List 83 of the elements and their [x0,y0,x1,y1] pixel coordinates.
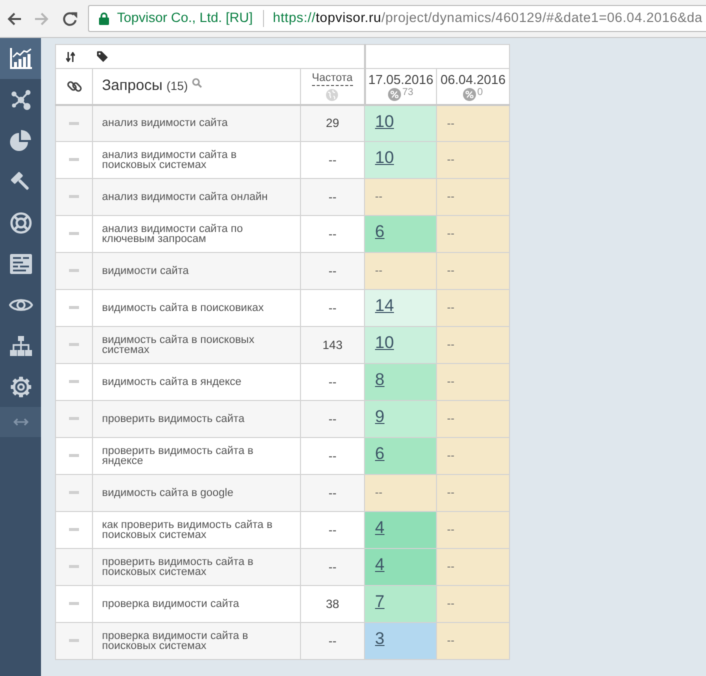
query-cell: видимость сайта в поисковых системах [92,326,300,364]
security-label: Topvisor Co., Ltd. [RU] [117,9,253,28]
reload-icon[interactable] [62,10,78,26]
percent-icon [463,88,476,101]
no-rank-text: -- [447,560,454,575]
rank-link[interactable]: 14 [375,297,394,314]
minus-icon[interactable] [69,122,79,125]
minus-icon[interactable] [69,528,79,532]
settings-icon [10,376,32,398]
date-column-title[interactable]: 06.04.2016 [440,72,506,87]
no-rank-text: -- [447,301,454,316]
query-cell: проверка видимости сайта в поисковых системах [92,622,300,660]
no-rank-text: -- [375,264,382,279]
minus-icon[interactable] [69,343,79,346]
rank-link[interactable]: 10 [375,112,394,130]
bar-chart-icon [10,48,32,69]
sidebar-button[interactable] [0,38,41,79]
rank-link[interactable]: 6 [375,445,384,462]
network-icon [10,88,32,110]
query-cell: анализ видимости сайта онлайн [92,178,300,216]
visibility-score: 73 [402,88,414,98]
rank-link[interactable]: 4 [375,556,384,573]
gavel-icon [10,171,31,192]
percent-icon [388,88,402,101]
lock-icon [99,12,109,25]
minus-icon[interactable] [69,269,79,272]
minus-icon[interactable] [69,306,79,310]
search-icon[interactable] [192,78,202,88]
rank-link[interactable]: 10 [375,334,394,351]
minus-icon[interactable] [69,232,79,236]
minus-icon[interactable] [69,380,79,384]
address-bar[interactable]: Topvisor Co., Ltd. [RU] https://topvisor.ru/project/dynamics/460129/#&date1=06.04.2016&da [88,5,706,32]
query-cell: проверить видимость сайта в поисковых системах [92,548,300,586]
no-rank-text: -- [447,227,454,242]
minus-icon[interactable] [69,158,79,162]
no-rank-text: -- [447,523,454,538]
rank-link[interactable]: 9 [375,408,384,425]
no-rank-text: -- [447,153,454,168]
no-rank-text: -- [447,449,454,464]
lifebuoy-icon [10,212,32,234]
rank-link[interactable]: 10 [375,149,394,166]
minus-icon[interactable] [69,639,79,642]
form-icon [10,254,32,274]
globe-icon [326,88,338,101]
query-cell: видимость сайта в google [92,474,300,512]
minus-icon[interactable] [69,565,79,568]
pie-chart-icon [10,130,31,151]
link-icon[interactable] [66,78,82,94]
no-rank-text: -- [447,190,454,205]
minus-icon[interactable] [69,454,79,458]
no-rank-text: -- [447,375,454,390]
query-cell: проверить видимость сайта [92,400,300,438]
minus-icon[interactable] [69,417,79,420]
minus-icon[interactable] [69,195,79,198]
column-title[interactable]: Запросы [102,75,162,98]
no-rank-text: -- [447,486,454,501]
rank-link[interactable]: 4 [375,519,384,536]
no-rank-text: -- [447,338,454,353]
eye-icon [8,296,32,312]
tag-icon[interactable] [97,51,108,62]
no-rank-text: -- [375,190,382,205]
sort-icon[interactable] [66,52,75,62]
rank-link[interactable]: 6 [375,223,384,240]
rank-link[interactable]: 3 [375,630,384,647]
rank-link[interactable]: 8 [375,371,384,388]
query-cell: видимости сайта [92,252,300,290]
minus-icon[interactable] [69,491,79,494]
query-cell: анализ видимости сайта [92,104,300,142]
no-rank-text: -- [447,264,454,279]
url-text: https://topvisor.ru/project/dynamics/460129/#&date1=06.04.2016&da [272,9,702,28]
date-column-title[interactable]: 17.05.2016 [368,72,434,87]
no-rank-text: -- [447,597,454,612]
double-arrow-icon[interactable] [12,418,28,426]
no-rank-text: -- [447,116,454,132]
no-rank-text: -- [447,412,454,427]
rank-link[interactable]: 7 [375,593,384,610]
no-rank-text: -- [447,634,454,649]
no-rank-text: -- [375,486,382,501]
query-count: (15) [166,78,188,96]
minus-icon[interactable] [69,602,79,606]
sitemap-icon [10,336,32,356]
visibility-score: 0 [477,88,483,98]
back-icon[interactable] [6,10,22,26]
